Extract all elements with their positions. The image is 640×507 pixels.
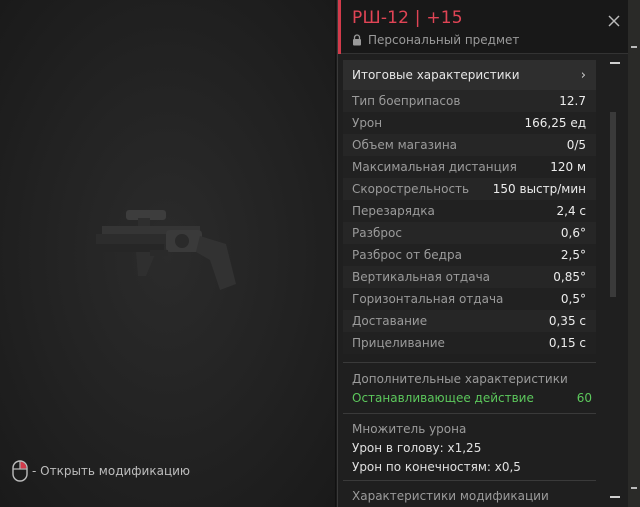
damage-multiplier: Множитель урона Урон в голову: x1,25 Уро…: [352, 422, 592, 474]
mouse-right-click-icon: [12, 460, 28, 482]
additional-stats-title: Дополнительные характеристики: [352, 372, 568, 386]
stat-row-hip-spread: Разброс от бедра 2,5°: [343, 244, 596, 266]
stat-value: 150 выстр/мин: [492, 182, 586, 196]
stat-value: 0,85°: [553, 270, 586, 284]
modification-stats-title[interactable]: Характеристики модификации: [352, 489, 549, 503]
background-edge: [628, 0, 640, 507]
final-stats-title: Итоговые характеристики: [352, 68, 520, 82]
stat-value: 0,15 с: [548, 336, 586, 350]
stat-value: 120 м: [550, 160, 586, 174]
open-modification-hint: - Открыть модификацию: [12, 460, 190, 482]
stat-row-draw-time: Доставание 0,35 с: [343, 310, 596, 332]
stat-row-aim-time: Прицеливание 0,15 с: [343, 332, 596, 354]
edge-marker: [631, 46, 637, 48]
scrollbar-top-mark[interactable]: [610, 62, 620, 64]
damage-multiplier-title: Множитель урона: [352, 422, 467, 436]
final-stats-header[interactable]: Итоговые характеристики ›: [343, 60, 596, 90]
scrollbar[interactable]: [610, 112, 616, 297]
stat-value: 2,4 с: [556, 204, 587, 218]
weapon-model-image[interactable]: [96, 204, 236, 294]
stat-row-max-distance: Максимальная дистанция 120 м: [343, 156, 596, 178]
stat-label: Скорострельность: [352, 182, 470, 196]
edge-marker: [631, 487, 637, 489]
stat-label: Доставание: [352, 314, 428, 328]
limb-multiplier: Урон по конечностям: x0,5: [352, 460, 521, 474]
stat-row-vertical-recoil: Вертикальная отдача 0,85°: [343, 266, 596, 288]
stat-label: Вертикальная отдача: [352, 270, 491, 284]
stat-label: Тип боеприпасов: [352, 94, 461, 108]
stopping-power-row: Останавливающее действие 60: [352, 391, 592, 405]
scrollbar-bottom-mark[interactable]: [610, 496, 620, 498]
stat-row-reload: Перезарядка 2,4 с: [343, 200, 596, 222]
stat-value: 0,6°: [560, 226, 586, 240]
stat-label: Разброс: [352, 226, 402, 240]
stat-value: 2,5°: [560, 248, 586, 262]
stat-row-ammo-type: Тип боеприпасов 12.7: [343, 90, 596, 112]
stat-row-damage: Урон 166,25 ед: [343, 112, 596, 134]
stat-label: Перезарядка: [352, 204, 435, 218]
item-title: РШ-12 | +15: [352, 8, 463, 28]
stopping-power-label: Останавливающее действие: [352, 391, 534, 405]
stat-label: Горизонтальная отдача: [352, 292, 504, 306]
section-divider: [343, 362, 596, 363]
chevron-right-icon: ›: [580, 67, 586, 83]
stat-label: Разброс от бедра: [352, 248, 462, 262]
header-accent-bar: [338, 0, 341, 54]
item-subtitle: Персональный предмет: [352, 33, 519, 47]
stat-label: Объем магазина: [352, 138, 458, 152]
stats-list: Тип боеприпасов 12.7 Урон 166,25 ед Объем …: [343, 90, 596, 354]
personal-item-label: Персональный предмет: [368, 33, 520, 47]
stat-value: 12.7: [559, 94, 586, 108]
section-divider: [343, 480, 596, 481]
item-info-panel: РШ-12 | +15 Персональный предмет Итоговы…: [337, 0, 628, 507]
stat-row-magazine: Объем магазина 0/5: [343, 134, 596, 156]
stat-value: 0,35 с: [548, 314, 586, 328]
stat-row-horizontal-recoil: Горизонтальная отдача 0,5°: [343, 288, 596, 310]
additional-stats: Дополнительные характеристики Останавлив…: [352, 372, 592, 405]
section-divider: [343, 413, 596, 414]
stat-row-spread: Разброс 0,6°: [343, 222, 596, 244]
headshot-multiplier: Урон в голову: x1,25: [352, 441, 482, 455]
stat-label: Урон: [352, 116, 383, 130]
stat-value: 0,5°: [560, 292, 586, 306]
stat-label: Прицеливание: [352, 336, 445, 350]
lock-icon: [353, 34, 361, 46]
item-header: РШ-12 | +15 Персональный предмет: [338, 0, 628, 54]
stat-row-fire-rate: Скорострельность 150 выстр/мин: [343, 178, 596, 200]
hint-text: - Открыть модификацию: [32, 464, 191, 478]
stat-value: 0/5: [566, 138, 586, 152]
close-icon[interactable]: [606, 13, 622, 29]
weapon-preview[interactable]: - Открыть модификацию: [0, 0, 336, 507]
stat-value: 166,25 ед: [524, 116, 586, 130]
stopping-power-value: 60: [576, 391, 592, 405]
stat-label: Максимальная дистанция: [352, 160, 517, 174]
